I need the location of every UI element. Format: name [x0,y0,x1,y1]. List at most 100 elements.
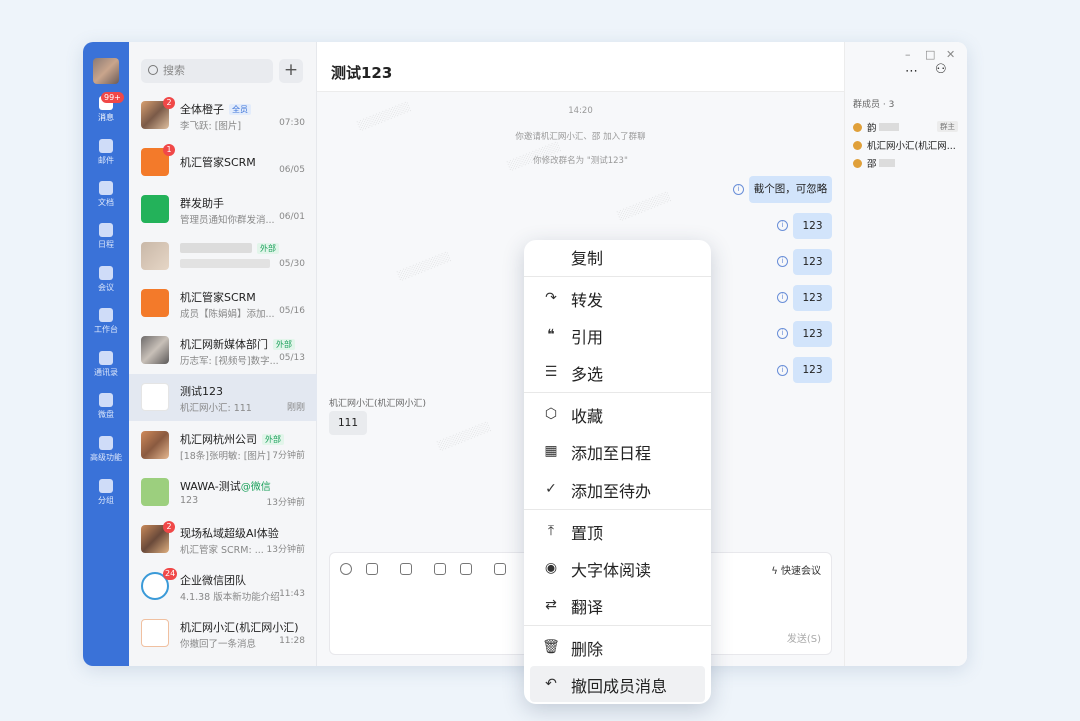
close-icon[interactable]: ✕ [946,48,955,61]
menu-item-large-font[interactable]: ◉ 大字体阅读 [524,550,711,586]
send-button[interactable]: 发送(S) [787,630,821,645]
rail-item-advanced[interactable]: 高级功能 [83,436,129,476]
name-text: 机汇网新媒体部门 [180,338,268,351]
message-bubble[interactable]: 截个图，可忽略 [749,176,832,203]
add-member-icon[interactable]: ⚇ [935,62,947,77]
meeting-icon [99,266,113,280]
menu-item-delete[interactable]: 🗑 删除 [524,629,711,665]
conversation-item[interactable]: 外部 05/30 [129,233,317,280]
rail-item-contacts[interactable]: 通讯录 [83,351,129,391]
rail-item-meeting[interactable]: 会议 [83,266,129,306]
menu-item-add-calendar[interactable]: ▦ 添加至日程 [524,433,711,469]
conversation-avatar [141,195,169,223]
conversation-item[interactable]: 机汇管家SCRM 成员【陈娟娟】添加... 05/16 [129,280,317,327]
avatar[interactable] [93,58,119,84]
nav-rail: 99+ 消息 邮件 文档 日程 会议 工作台 通讯录 微盘 高级功能 分组 [83,42,129,666]
tag-icon [99,479,113,493]
conversation-preview: 李飞跃: [图片] [180,121,242,132]
emoji-icon[interactable] [340,563,352,575]
conversation-item[interactable]: 2 全体橙子 全员 李飞跃: [图片] 07:30 [129,92,317,139]
conversation-time: 13分钟前 [266,545,305,555]
info-icon[interactable]: i [777,328,788,339]
delete-icon: 🗑 [542,639,560,655]
rail-label: 消息 [98,113,114,122]
menu-item-quote[interactable]: ❝ 引用 [524,317,711,353]
members-panel: – □ ✕ ⋯ ⚇ 群成员 · 3 韵 群主 机汇网小汇(机汇网... 邵 [844,42,967,666]
rail-item-docs[interactable]: 文档 [83,181,129,221]
member-name: 机汇网小汇(机汇网... [867,141,956,152]
unread-badge: 2 [163,97,175,109]
info-icon[interactable]: i [733,184,744,195]
message-bubble[interactable]: 123 [793,321,832,347]
menu-item-pin[interactable]: ⤒ 置顶 [524,513,711,549]
rail-label: 微盘 [98,410,114,419]
maximize-icon[interactable]: □ [925,48,935,61]
rail-item-groups[interactable]: 分组 [83,479,129,519]
conversation-item[interactable]: 24 企业微信团队 4.1.38 版本新功能介绍 11:43 [129,563,317,610]
rail-item-drive[interactable]: 微盘 [83,393,129,433]
conversation-item[interactable]: WAWA-测试@微信 123 13分钟前 [129,469,317,516]
menu-item-favorite[interactable]: ⬡ 收藏 [524,396,711,432]
member-icon [853,123,862,132]
conversation-time: 07:30 [279,118,305,128]
menu-label: 添加至待办 [571,482,652,501]
menu-item-copy[interactable]: 复制 [524,240,711,276]
conversation-item[interactable]: 机汇网杭州公司 外部 [18条]张明敏: [图片] 7分钟前 [129,422,317,469]
conversation-name: 机汇管家SCRM [180,156,256,169]
menu-item-add-todo[interactable]: ✓ 添加至待办 [524,471,711,507]
more-icon[interactable]: ⋯ [905,64,918,79]
search-input[interactable]: 搜索 [141,59,273,83]
conversation-item[interactable]: 2 现场私域超级AI体验 机汇管家 SCRM: ... 13分钟前 [129,516,317,563]
info-icon[interactable]: i [777,292,788,303]
blurred-preview [180,259,270,268]
checklist-icon[interactable] [460,563,472,575]
conversation-item[interactable]: 机汇网新媒体部门 外部 历志军: [视频号]数字... 05/13 [129,327,317,374]
image-icon[interactable] [400,563,412,575]
menu-label: 删除 [571,640,604,659]
folder-icon[interactable] [494,563,506,575]
conversation-item-selected[interactable]: 测试123 机汇网小汇: 111 刚刚 [129,374,317,421]
incoming-message[interactable]: 111 [329,411,367,435]
unread-badge: 24 [163,568,178,580]
menu-label: 撤回成员消息 [571,677,668,696]
menu-item-translate[interactable]: ⇄ 翻译 [524,587,711,623]
conversation-tag: 外部 [262,434,284,445]
conversation-time: 05/30 [279,259,305,269]
info-icon[interactable]: i [777,256,788,267]
contacts-icon [99,351,113,365]
conversation-preview: 机汇管家 SCRM: ... [180,545,264,556]
add-button[interactable]: + [279,59,303,83]
grid-icon [99,308,113,322]
scissors-icon[interactable] [366,563,378,575]
member-name: 邵 [867,159,877,170]
message-bubble[interactable]: 123 [793,285,832,311]
info-icon[interactable]: i [777,220,788,231]
minimize-icon[interactable]: – [905,48,911,61]
doc-icon [99,181,113,195]
conversation-item[interactable]: 群发助手 管理员通知你群发消... 06/01 [129,186,317,233]
rail-item-workbench[interactable]: 工作台 [83,308,129,348]
member-item[interactable]: 邵 [853,156,895,170]
divider [524,625,711,626]
menu-item-forward[interactable]: ↷ 转发 [524,280,711,316]
rail-label: 分组 [98,496,114,505]
message-bubble[interactable]: 123 [793,249,832,275]
message-bubble[interactable]: 123 [793,357,832,383]
conversation-item[interactable]: 1 机汇管家SCRM 06/05 [129,139,317,186]
member-item[interactable]: 机汇网小汇(机汇网... [853,138,956,152]
rail-item-mail[interactable]: 邮件 [83,139,129,179]
message-bubble[interactable]: 123 [793,213,832,239]
conversation-time: 05/16 [279,306,305,316]
rail-item-calendar[interactable]: 日程 [83,223,129,263]
info-icon[interactable]: i [777,365,788,376]
quick-meeting-button[interactable]: ϟ 快速会议 [771,562,821,577]
rail-item-messages[interactable]: 99+ 消息 [83,92,129,136]
menu-item-multiselect[interactable]: ☰ 多选 [524,354,711,390]
recall-icon: ↶ [545,676,557,692]
document-icon[interactable] [434,563,446,575]
member-item[interactable]: 韵 [853,120,899,134]
forward-icon: ↷ [545,290,557,306]
conversation-item[interactable]: 机汇网小汇(机汇网小汇) 你撤回了一条消息 11:28 [129,610,317,657]
menu-item-recall[interactable]: ↶ 撤回成员消息 [530,666,705,702]
rail-label: 日程 [98,240,114,249]
